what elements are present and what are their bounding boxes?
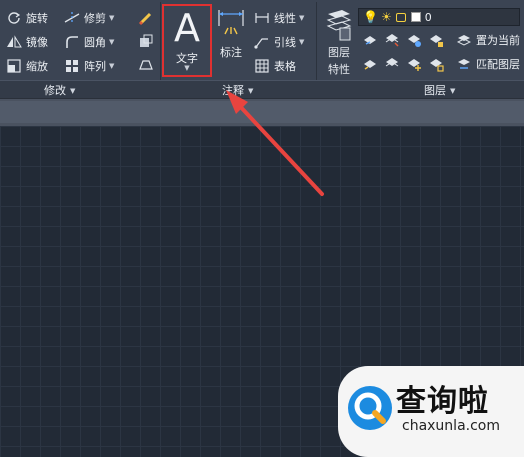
layer-walk-icon[interactable] bbox=[362, 56, 378, 72]
layer-properties-label-line2: 特性 bbox=[328, 63, 350, 76]
color-swatch-icon bbox=[410, 12, 421, 22]
annotation-panel-expand-icon: ▼ bbox=[248, 87, 254, 95]
sun-icon: ☀ bbox=[380, 10, 392, 24]
text-a-icon: A bbox=[174, 6, 200, 50]
mirror-label: 镜像 bbox=[26, 36, 48, 49]
layers-panel-label: 图层 bbox=[424, 84, 446, 97]
mirror-tool[interactable]: 镜像 bbox=[6, 32, 48, 52]
linear-tool[interactable]: 线性 ▼ bbox=[254, 8, 304, 28]
layer-freeze-icon[interactable] bbox=[384, 32, 400, 48]
array-icon bbox=[64, 58, 80, 74]
layer-properties-icon bbox=[326, 10, 352, 41]
watermark-title: 查询啦 bbox=[396, 384, 489, 419]
rotate-tool[interactable]: 旋转 bbox=[6, 8, 48, 28]
leader-icon bbox=[254, 34, 270, 50]
rotate-icon bbox=[6, 10, 22, 26]
stretch-icon[interactable] bbox=[138, 57, 154, 73]
dimension-icon bbox=[218, 10, 244, 35]
panel-label-bar: 修改 ▼ 注释 ▼ 图层 ▼ bbox=[0, 80, 524, 98]
layer-on-icon[interactable] bbox=[406, 56, 422, 72]
scale-tool[interactable]: 缩放 bbox=[6, 56, 48, 76]
search-logo-icon bbox=[348, 386, 392, 430]
layers-panel-title[interactable]: 图层 ▼ bbox=[424, 82, 455, 98]
trim-tool[interactable]: 修剪 ▼ bbox=[64, 8, 114, 28]
mirror-icon bbox=[6, 34, 22, 50]
layer-off-icon[interactable] bbox=[406, 32, 422, 48]
table-tool[interactable]: 表格 bbox=[254, 56, 296, 76]
set-current-label: 置为当前 bbox=[476, 34, 520, 47]
match-layer-icon bbox=[456, 56, 472, 72]
file-tab-strip bbox=[0, 98, 524, 126]
set-current-tool[interactable]: 置为当前 bbox=[456, 30, 520, 50]
leader-tool[interactable]: 引线 ▼ bbox=[254, 32, 304, 52]
lightbulb-icon: 💡 bbox=[363, 10, 378, 24]
layer-dropdown[interactable]: 💡 ☀ 0 bbox=[358, 8, 520, 26]
trim-dropdown-icon[interactable]: ▼ bbox=[109, 14, 114, 22]
ribbon: 旋转 修剪 ▼ 镜像 圆角 ▼ 缩放 阵列 ▼ A 文字 ▼ 标注 线性 ▼ 引… bbox=[0, 0, 524, 98]
set-current-icon bbox=[456, 32, 472, 48]
rotate-label: 旋转 bbox=[26, 12, 48, 25]
layer-thaw-icon[interactable] bbox=[384, 56, 400, 72]
layer-properties-button[interactable]: 图层 特性 bbox=[320, 8, 358, 78]
linear-dropdown-icon[interactable]: ▼ bbox=[299, 14, 304, 22]
annotation-panel-title[interactable]: 注释 ▼ bbox=[222, 82, 253, 98]
linear-dimension-icon bbox=[254, 10, 270, 26]
leader-label: 引线 bbox=[274, 36, 296, 49]
watermark-url: chaxunla.com bbox=[402, 418, 500, 434]
match-layer-tool[interactable]: 匹配图层 bbox=[456, 54, 520, 74]
scale-label: 缩放 bbox=[26, 60, 48, 73]
array-dropdown-icon[interactable]: ▼ bbox=[109, 62, 114, 70]
fillet-tool[interactable]: 圆角 ▼ bbox=[64, 32, 114, 52]
modify-panel-expand-icon: ▼ bbox=[70, 87, 76, 95]
layer-isolate-icon[interactable] bbox=[362, 32, 378, 48]
array-label: 阵列 bbox=[84, 60, 106, 73]
current-layer-value: 0 bbox=[424, 10, 432, 24]
array-tool[interactable]: 阵列 ▼ bbox=[64, 56, 114, 76]
layers-panel-expand-icon: ▼ bbox=[450, 87, 456, 95]
layer-properties-label-line1: 图层 bbox=[328, 46, 350, 59]
annotation-panel-label: 注释 bbox=[222, 84, 244, 97]
modify-panel-title[interactable]: 修改 ▼ bbox=[44, 82, 75, 98]
fillet-label: 圆角 bbox=[84, 36, 106, 49]
dimension-label: 标注 bbox=[220, 46, 242, 59]
file-tab-bar bbox=[0, 101, 524, 123]
layer-lock-icon[interactable] bbox=[428, 32, 444, 48]
leader-dropdown-icon[interactable]: ▼ bbox=[299, 38, 304, 46]
watermark: 查询啦 chaxunla.com bbox=[338, 366, 524, 457]
dimension-button[interactable]: 标注 bbox=[216, 6, 246, 66]
erase-pencil-icon[interactable] bbox=[138, 10, 154, 26]
trim-icon bbox=[64, 10, 80, 26]
lock-icon bbox=[395, 12, 406, 22]
layer-unlock-icon[interactable] bbox=[428, 56, 444, 72]
table-icon bbox=[254, 58, 270, 74]
copy-block-icon[interactable] bbox=[138, 33, 154, 49]
fillet-dropdown-icon[interactable]: ▼ bbox=[109, 38, 114, 46]
text-button[interactable]: A 文字 ▼ bbox=[162, 4, 212, 77]
trim-label: 修剪 bbox=[84, 12, 106, 25]
table-label: 表格 bbox=[274, 60, 296, 73]
text-dropdown-icon[interactable]: ▼ bbox=[164, 64, 210, 72]
modify-panel-label: 修改 bbox=[44, 84, 66, 97]
linear-label: 线性 bbox=[274, 12, 296, 25]
scale-icon bbox=[6, 58, 22, 74]
match-layer-label: 匹配图层 bbox=[476, 58, 520, 71]
fillet-icon bbox=[64, 34, 80, 50]
